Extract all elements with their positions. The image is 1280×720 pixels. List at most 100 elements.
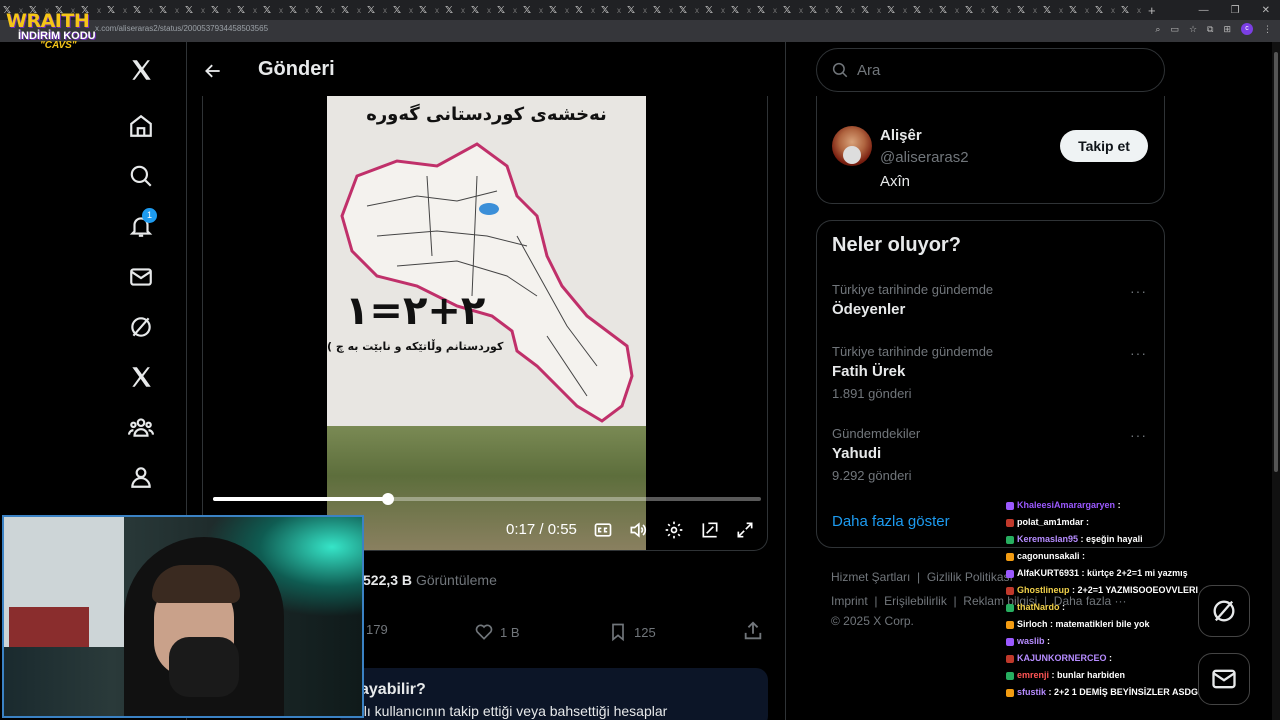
browser-tab[interactable]: 𝕏x: [728, 2, 754, 18]
browser-tab[interactable]: 𝕏x: [260, 2, 286, 18]
address-bar[interactable]: x.com/aliseraras2/status/200053793445850…: [0, 20, 1280, 42]
browser-tab[interactable]: 𝕏x: [676, 2, 702, 18]
close-tab-icon[interactable]: x: [617, 6, 621, 15]
close-tab-icon[interactable]: x: [149, 6, 153, 15]
close-tab-icon[interactable]: x: [1033, 6, 1037, 15]
chat-username[interactable]: sfustik: [1017, 687, 1046, 697]
like-button[interactable]: 1 B: [474, 622, 520, 642]
close-tab-icon[interactable]: x: [175, 6, 179, 15]
close-tab-icon[interactable]: x: [461, 6, 465, 15]
close-tab-icon[interactable]: x: [695, 6, 699, 15]
page-scrollbar[interactable]: [1272, 42, 1280, 720]
grok-floating-button[interactable]: [1198, 585, 1250, 637]
premium-x-icon[interactable]: [116, 357, 166, 397]
browser-tab[interactable]: 𝕏x: [702, 2, 728, 18]
close-tab-icon[interactable]: x: [539, 6, 543, 15]
browser-tab[interactable]: 𝕏x: [780, 2, 806, 18]
profile-avatar-icon[interactable]: c: [1241, 23, 1253, 35]
browser-tab[interactable]: 𝕏x: [546, 2, 572, 18]
more-options-icon[interactable]: ···: [1130, 345, 1147, 361]
browser-tab[interactable]: 𝕏x: [598, 2, 624, 18]
close-tab-icon[interactable]: x: [721, 6, 725, 15]
browser-tab[interactable]: 𝕏x: [156, 2, 182, 18]
cast-icon[interactable]: ▭: [1170, 24, 1179, 35]
browser-tab[interactable]: 𝕏x: [624, 2, 650, 18]
close-tab-icon[interactable]: x: [305, 6, 309, 15]
browser-tab[interactable]: 𝕏x: [858, 2, 884, 18]
share-button[interactable]: [742, 620, 764, 647]
scrollbar-thumb[interactable]: [1274, 52, 1278, 472]
video-player[interactable]: نەخشەی کوردستانی گەورە ٢+٢=١ ( کوردستانم…: [202, 96, 768, 551]
browser-tab[interactable]: 𝕏x: [104, 2, 130, 18]
browser-tab[interactable]: 𝕏x: [962, 2, 988, 18]
close-tab-icon[interactable]: x: [487, 6, 491, 15]
fullscreen-button[interactable]: [733, 518, 757, 542]
footer-link-imprint[interactable]: Imprint: [831, 594, 868, 608]
browser-tab[interactable]: 𝕏x: [442, 2, 468, 18]
close-tab-icon[interactable]: x: [1111, 6, 1115, 15]
footer-link-privacy[interactable]: Gizlilik Politikası: [927, 570, 1013, 584]
search-icon[interactable]: [116, 156, 166, 196]
chat-username[interactable]: Sirloch: [1017, 619, 1048, 629]
close-tab-icon[interactable]: x: [747, 6, 751, 15]
close-tab-icon[interactable]: x: [1085, 6, 1089, 15]
avatar[interactable]: [832, 126, 872, 166]
close-tab-icon[interactable]: x: [1059, 6, 1063, 15]
notifications-icon[interactable]: 1: [116, 206, 166, 246]
chat-username[interactable]: cagonunsakali: [1017, 551, 1080, 561]
close-tab-icon[interactable]: x: [773, 6, 777, 15]
browser-tab[interactable]: 𝕏x: [988, 2, 1014, 18]
close-tab-icon[interactable]: x: [799, 6, 803, 15]
close-tab-icon[interactable]: x: [565, 6, 569, 15]
browser-tab[interactable]: 𝕏x: [754, 2, 780, 18]
browser-tab[interactable]: 𝕏x: [520, 2, 546, 18]
maximize-icon[interactable]: ❐: [1231, 5, 1240, 16]
browser-tab[interactable]: 𝕏x: [130, 2, 156, 18]
close-tab-icon[interactable]: x: [331, 6, 335, 15]
zoom-icon[interactable]: ⌕: [1155, 24, 1160, 35]
close-tab-icon[interactable]: x: [877, 6, 881, 15]
close-tab-icon[interactable]: x: [955, 6, 959, 15]
close-tab-icon[interactable]: x: [1007, 6, 1011, 15]
messages-floating-button[interactable]: [1198, 653, 1250, 705]
browser-tab[interactable]: 𝕏x: [884, 2, 910, 18]
show-more-link[interactable]: Daha fazla göster: [832, 513, 950, 530]
browser-tab[interactable]: 𝕏x: [312, 2, 338, 18]
chat-username[interactable]: AlfaKURT6931: [1017, 568, 1079, 578]
browser-tab[interactable]: 𝕏x: [832, 2, 858, 18]
messages-icon[interactable]: [116, 257, 166, 297]
close-tab-icon[interactable]: x: [851, 6, 855, 15]
browser-tab[interactable]: 𝕏x: [468, 2, 494, 18]
video-frame[interactable]: نەخشەی کوردستانی گەورە ٢+٢=١ ( کوردستانم…: [327, 96, 646, 550]
more-options-icon[interactable]: ···: [1130, 427, 1147, 443]
browser-tab[interactable]: 𝕏x: [806, 2, 832, 18]
close-tab-icon[interactable]: x: [435, 6, 439, 15]
browser-tab[interactable]: 𝕏x: [910, 2, 936, 18]
close-tab-icon[interactable]: x: [357, 6, 361, 15]
close-tab-icon[interactable]: x: [643, 6, 647, 15]
close-tab-icon[interactable]: x: [929, 6, 933, 15]
chat-username[interactable]: KAJUNKORNERCEO: [1017, 653, 1107, 663]
browser-tab[interactable]: 𝕏x: [338, 2, 364, 18]
account-name[interactable]: Alişêr: [880, 127, 922, 144]
close-tab-icon[interactable]: x: [201, 6, 205, 15]
trend-name[interactable]: Yahudi: [832, 445, 881, 462]
chat-username[interactable]: KhaleesiAmarargaryen: [1017, 500, 1115, 510]
search-input[interactable]: [857, 61, 1137, 79]
browser-tab[interactable]: 𝕏x: [1118, 2, 1144, 18]
split-icon[interactable]: ⊞: [1223, 24, 1231, 35]
pip-button[interactable]: [698, 518, 722, 542]
browser-tab[interactable]: 𝕏x: [572, 2, 598, 18]
footer-link-accessibility[interactable]: Erişilebilirlik: [884, 594, 947, 608]
close-tab-icon[interactable]: x: [825, 6, 829, 15]
browser-tab[interactable]: 𝕏x: [234, 2, 260, 18]
browser-tab[interactable]: 𝕏x: [936, 2, 962, 18]
browser-tab[interactable]: 𝕏x: [286, 2, 312, 18]
video-progress-bar[interactable]: [213, 493, 761, 505]
trend-name[interactable]: Fatih Ürek: [832, 363, 905, 380]
settings-button[interactable]: [662, 518, 686, 542]
browser-tab[interactable]: 𝕏x: [1040, 2, 1066, 18]
chat-username[interactable]: Ghostlineup: [1017, 585, 1070, 595]
close-tab-icon[interactable]: x: [253, 6, 257, 15]
close-tab-icon[interactable]: x: [227, 6, 231, 15]
